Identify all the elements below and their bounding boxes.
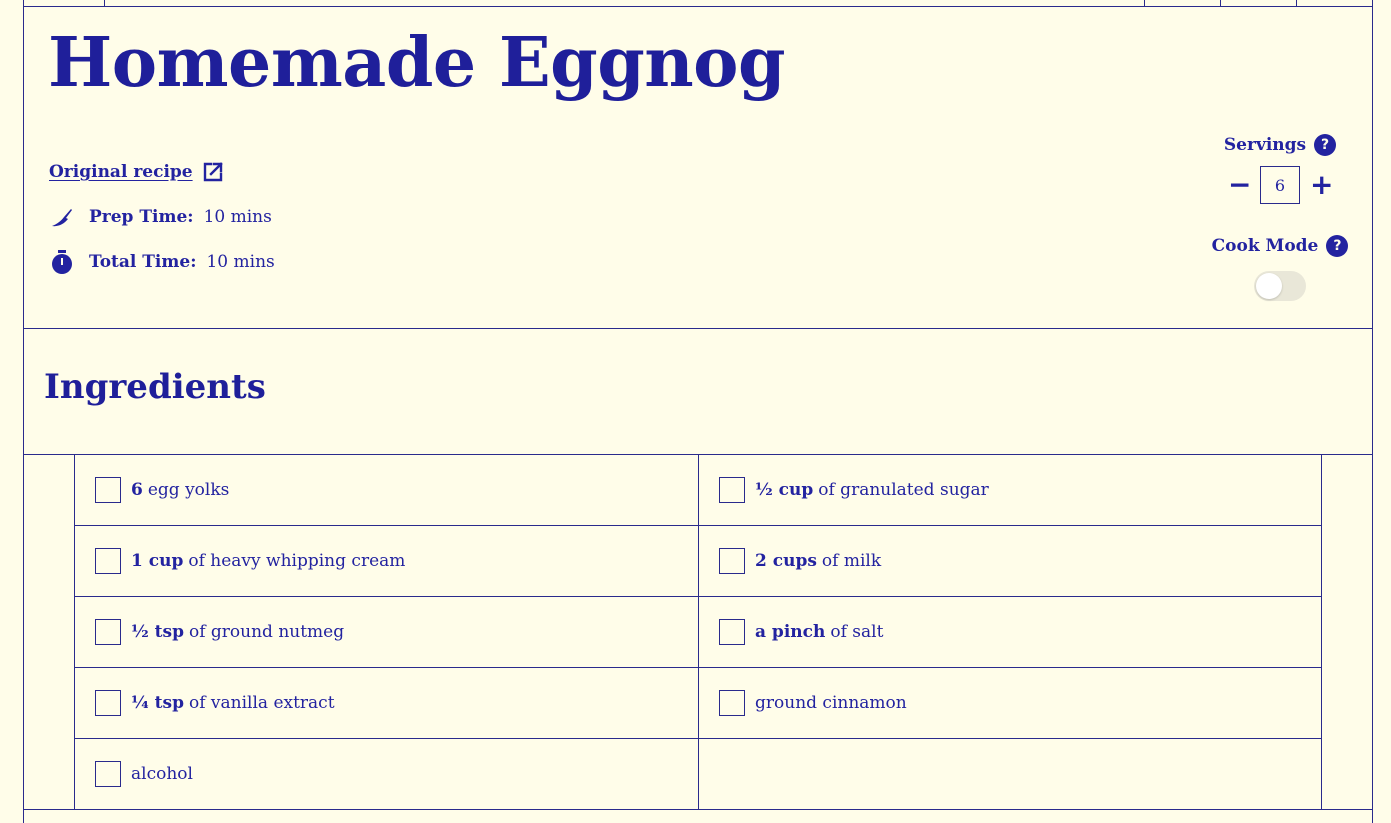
ingredient-quantity: a pinch — [755, 622, 826, 642]
ingredient-item: ½ cup of granulated sugar — [698, 455, 1321, 525]
top-tab-strip — [23, 0, 1373, 7]
ingredients-heading: Ingredients — [44, 367, 266, 407]
ingredient-item: ground cinnamon — [698, 668, 1321, 738]
section-divider — [23, 328, 1373, 329]
ingredient-item: ½ tsp of ground nutmeg — [75, 597, 698, 667]
cook-mode-label: Cook Mode — [1211, 236, 1319, 256]
ingredient-quantity: ½ tsp — [131, 622, 184, 642]
servings-label: Servings — [1223, 135, 1307, 155]
tab-divider — [1220, 0, 1221, 7]
prep-time-label: Prep Time: — [89, 207, 194, 227]
ingredient-quantity: 2 cups — [755, 551, 817, 571]
tab-divider — [1144, 0, 1145, 7]
ingredient-checkbox[interactable] — [719, 690, 745, 716]
ingredient-item: 6 egg yolks — [75, 455, 698, 525]
cook-mode-toggle[interactable] — [1254, 271, 1306, 301]
knife-icon — [49, 204, 79, 230]
ingredient-checkbox[interactable] — [719, 619, 745, 645]
ingredient-text: of vanilla extract — [188, 693, 335, 713]
original-recipe-link[interactable]: Original recipe — [49, 160, 225, 184]
ingredient-row: ¼ tsp of vanilla extract ground cinnamon — [75, 668, 1321, 739]
ingredient-text: of heavy whipping cream — [188, 551, 406, 571]
total-time-label: Total Time: — [89, 252, 197, 272]
ingredient-checkbox[interactable] — [95, 690, 121, 716]
prep-time-row: Prep Time: 10 mins — [49, 204, 272, 230]
ingredient-item: 1 cup of heavy whipping cream — [75, 526, 698, 596]
ingredients-grid: 6 egg yolks ½ cup of granulated sugar 1 cup o… — [74, 455, 1322, 810]
ingredient-checkbox[interactable] — [719, 477, 745, 503]
ingredient-item: alcohol — [75, 739, 698, 809]
ingredient-checkbox[interactable] — [95, 619, 121, 645]
ingredient-row: alcohol — [75, 739, 1321, 810]
cook-mode-control: Cook Mode ? — [1200, 235, 1360, 301]
increase-servings-button[interactable]: + — [1310, 171, 1333, 199]
total-time-row: Total Time: 10 mins — [49, 249, 275, 275]
prep-time-value: 10 mins — [203, 207, 272, 227]
ingredient-row: 1 cup of heavy whipping cream 2 cups of mil… — [75, 526, 1321, 597]
ingredient-checkbox[interactable] — [95, 477, 121, 503]
ingredient-text: of milk — [821, 551, 882, 571]
servings-help-icon[interactable]: ? — [1314, 134, 1337, 156]
tab-divider — [1296, 0, 1297, 7]
ingredient-quantity: 1 cup — [131, 551, 184, 571]
ingredient-text: alcohol — [131, 764, 193, 784]
cook-mode-help-icon[interactable]: ? — [1326, 235, 1349, 257]
ingredient-checkbox[interactable] — [719, 548, 745, 574]
servings-header: Servings ? — [1200, 134, 1360, 156]
ingredient-quantity: 6 — [131, 480, 143, 500]
ingredient-row: ½ tsp of ground nutmeg a pinch of salt — [75, 597, 1321, 668]
servings-stepper: − 6 + — [1200, 166, 1360, 204]
ingredient-text: ground cinnamon — [755, 693, 907, 713]
ingredient-item: 2 cups of milk — [698, 526, 1321, 596]
section-divider — [23, 809, 1373, 810]
stopwatch-icon — [49, 249, 79, 275]
toggle-knob — [1256, 273, 1282, 299]
ingredient-text: of granulated sugar — [818, 480, 989, 500]
ingredient-text: of ground nutmeg — [188, 622, 345, 642]
ingredient-checkbox[interactable] — [95, 761, 121, 787]
external-link-icon — [203, 162, 223, 182]
decrease-servings-button[interactable]: − — [1228, 171, 1251, 199]
empty-cell — [698, 739, 1321, 809]
servings-value[interactable]: 6 — [1260, 166, 1300, 204]
tab-divider — [104, 0, 105, 7]
ingredient-row: 6 egg yolks ½ cup of granulated sugar — [75, 455, 1321, 526]
servings-control: Servings ? − 6 + — [1200, 134, 1360, 204]
original-recipe-label: Original recipe — [49, 162, 193, 182]
ingredient-checkbox[interactable] — [95, 548, 121, 574]
ingredient-quantity: ½ cup — [755, 480, 814, 500]
ingredient-quantity: ¼ tsp — [131, 693, 184, 713]
cook-mode-header: Cook Mode ? — [1200, 235, 1360, 257]
ingredient-item: a pinch of salt — [698, 597, 1321, 667]
ingredient-item: ¼ tsp of vanilla extract — [75, 668, 698, 738]
total-time-value: 10 mins — [206, 252, 275, 272]
recipe-title: Homemade Eggnog — [48, 23, 786, 103]
ingredient-text: of salt — [830, 622, 884, 642]
ingredient-text: egg yolks — [147, 480, 230, 500]
